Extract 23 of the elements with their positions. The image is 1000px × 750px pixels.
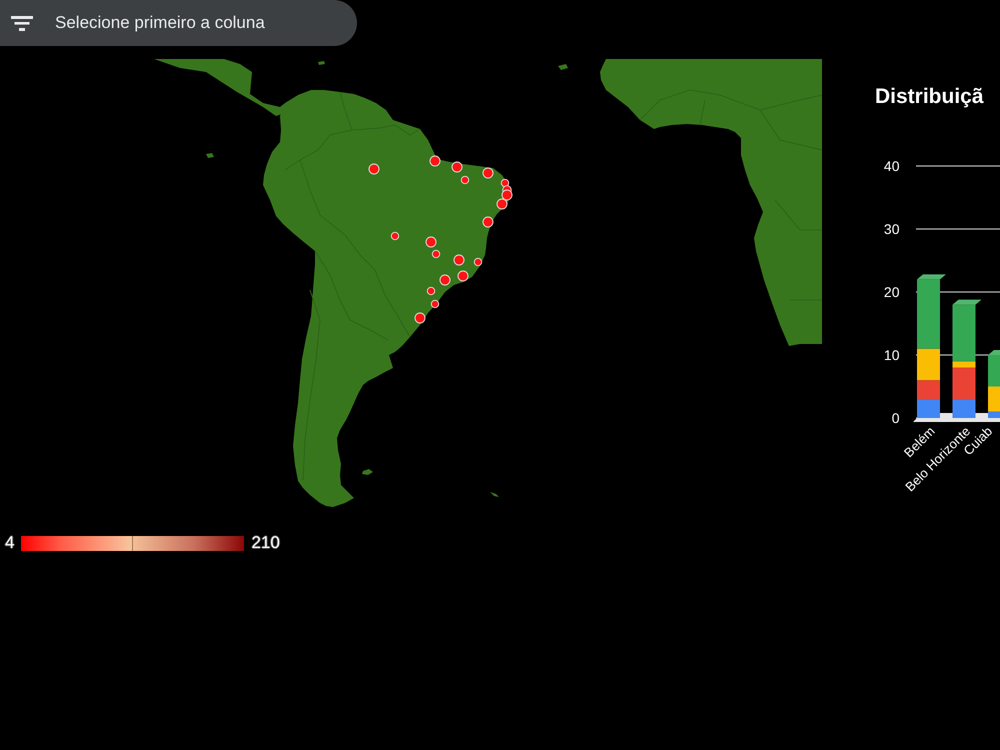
y-tick-label: 10 xyxy=(884,347,900,363)
bar-top-face xyxy=(988,350,1000,355)
map-marker-icon xyxy=(474,258,482,266)
bar-top-face xyxy=(952,300,982,305)
bar-top-face xyxy=(917,274,946,280)
map-marker-icon xyxy=(426,286,436,296)
bar-segment xyxy=(917,399,940,418)
y-tick-label: 20 xyxy=(884,284,900,300)
legend-min-label: 4 xyxy=(5,533,14,553)
map-marker-icon xyxy=(432,250,440,258)
bar-segment xyxy=(988,355,1000,386)
column-filter-button[interactable]: Selecione primeiro a coluna xyxy=(0,0,357,46)
legend-max-label: 210 xyxy=(251,533,280,553)
map-marker-icon xyxy=(430,300,440,308)
chart-title: Distribuiçã xyxy=(875,84,985,109)
map-marker-icon xyxy=(460,176,470,184)
y-tick-label: 40 xyxy=(884,158,900,174)
map-marker-icon xyxy=(390,232,400,240)
y-tick-label: 30 xyxy=(884,221,900,237)
y-tick-label: 0 xyxy=(892,410,900,426)
map-marker-icon xyxy=(452,162,462,172)
map-marker-icon xyxy=(430,156,440,166)
filter-icon xyxy=(11,16,33,30)
